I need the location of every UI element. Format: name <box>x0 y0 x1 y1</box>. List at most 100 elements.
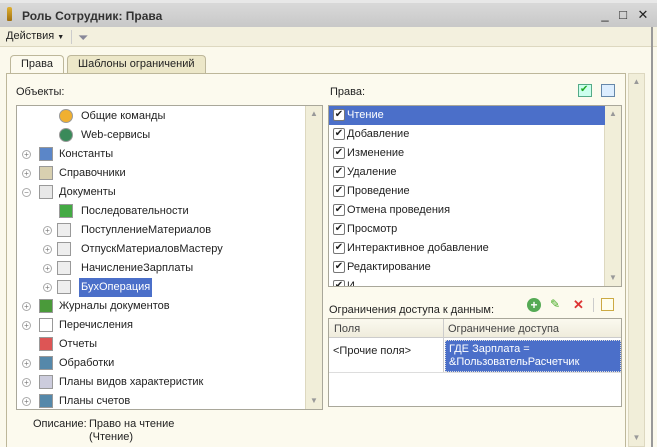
constructor-icon[interactable] <box>601 298 614 311</box>
expand-toggle-icon[interactable]: + <box>22 150 31 159</box>
dropdown-arrow-icon: ▼ <box>57 34 65 41</box>
checkbox[interactable]: ✔ <box>333 261 345 274</box>
reports-icon <box>39 337 53 351</box>
tab-restriction-templates[interactable]: Шаблоны ограничений <box>67 55 206 73</box>
expand-toggle-icon[interactable]: + <box>43 264 52 273</box>
tree-item[interactable]: Перечисления <box>57 316 135 335</box>
objects-tree[interactable]: ▲ ▼ Общие команды Web-сервисы + Константы + С… <box>16 105 323 410</box>
table-cell-field[interactable]: <Прочие поля> <box>333 345 411 357</box>
rights-list[interactable]: ▲ ▼ ✔ Чтение ✔ Добавление ✔ Изменение ✔ Удалени… <box>328 105 622 287</box>
right-item[interactable]: ✔ Проведение <box>329 182 410 201</box>
tree-item[interactable]: Константы <box>57 145 115 164</box>
tree-item[interactable]: Общие команды <box>79 107 167 126</box>
right-item[interactable]: ✔ Просмотр <box>329 220 397 239</box>
tree-item[interactable]: Планы видов характеристик <box>57 373 205 392</box>
tree-item[interactable]: ПоступлениеМатериалов <box>79 221 213 240</box>
column-header-fields[interactable]: Поля <box>334 323 360 335</box>
scroll-down-icon[interactable]: ▼ <box>306 393 322 409</box>
scroll-up-icon[interactable]: ▲ <box>605 106 621 122</box>
tree-item[interactable]: Отчеты <box>57 335 99 354</box>
panel-scrollbar[interactable]: ▲ ▼ <box>628 73 645 447</box>
description-subtext: (Чтение) <box>89 431 134 443</box>
add-icon[interactable]: + <box>527 298 541 312</box>
rights-scrollbar[interactable]: ▲ ▼ <box>604 106 621 286</box>
expand-toggle-icon[interactable]: + <box>22 397 31 406</box>
checkbox[interactable]: ✔ <box>333 128 345 141</box>
right-item[interactable]: ✔ Редактирование <box>329 258 431 277</box>
toolbar-separator <box>593 298 594 312</box>
right-label: Изменение <box>347 147 405 159</box>
catalogs-icon <box>39 166 53 180</box>
actions-label: Действия <box>6 30 55 42</box>
common-commands-icon <box>59 109 73 123</box>
checkbox[interactable]: ✔ <box>333 185 345 198</box>
chart-of-accounts-icon <box>39 394 53 408</box>
column-header-restriction[interactable]: Ограничение доступа <box>448 323 559 335</box>
tree-scrollbar[interactable]: ▲ ▼ <box>305 106 322 409</box>
check-all-icon[interactable]: ✔ <box>578 84 592 97</box>
column-divider <box>443 319 444 373</box>
document-icon <box>57 242 71 256</box>
checkbox[interactable]: ✔ <box>333 223 345 236</box>
checkbox[interactable]: ✔ <box>333 109 345 122</box>
maximize-button[interactable]: □ <box>616 8 630 22</box>
right-item[interactable]: ✔ Удаление <box>329 163 397 182</box>
right-item[interactable]: ✔ Чтение <box>329 106 605 125</box>
scroll-down-icon[interactable]: ▼ <box>605 270 621 286</box>
right-item[interactable]: ✔ И <box>329 277 355 287</box>
right-item[interactable]: ✔ Изменение <box>329 144 404 163</box>
close-button[interactable]: ✕ <box>636 8 650 22</box>
restriction-text-line1: ГДЕ Зарплата = <box>449 343 530 355</box>
uncheck-all-icon[interactable] <box>601 84 615 97</box>
checkbox[interactable]: ✔ <box>333 204 345 217</box>
expand-toggle-icon[interactable]: + <box>22 378 31 387</box>
checkbox[interactable]: ✔ <box>333 280 345 286</box>
tree-item[interactable]: ОтпускМатериаловМастеру <box>79 240 225 259</box>
delete-icon[interactable]: ✕ <box>573 297 584 313</box>
right-label: Интерактивное добавление <box>347 242 489 254</box>
expand-toggle-icon[interactable]: − <box>22 188 31 197</box>
restrictions-table[interactable]: Поля Ограничение доступа <Прочие поля> Г… <box>328 318 622 407</box>
expand-toggle-icon[interactable]: + <box>43 283 52 292</box>
right-label: И <box>347 280 355 287</box>
document-icon <box>57 280 71 294</box>
web-services-icon <box>59 128 73 142</box>
tree-item[interactable]: БухОперация <box>79 278 153 297</box>
tab-rights[interactable]: Права <box>10 55 64 74</box>
checkbox[interactable]: ✔ <box>333 242 345 255</box>
objects-label: Объекты: <box>16 86 65 98</box>
minimize-button[interactable]: _ <box>598 8 612 22</box>
scroll-up-icon[interactable]: ▲ <box>629 74 644 90</box>
right-item[interactable]: ✔ Добавление <box>329 125 409 144</box>
expand-toggle-icon[interactable]: + <box>43 226 52 235</box>
restrictions-label: Ограничения доступа к данным: <box>329 304 495 316</box>
expand-toggle-icon[interactable]: + <box>22 321 31 330</box>
edit-pencil-icon[interactable]: ✎ <box>550 297 560 311</box>
scroll-up-icon[interactable]: ▲ <box>306 106 322 122</box>
tree-item[interactable]: НачислениеЗарплаты <box>79 259 195 278</box>
filter-icon[interactable]: ⏷ <box>78 30 88 46</box>
expand-toggle-icon[interactable]: + <box>43 245 52 254</box>
tree-item[interactable]: Последовательности <box>79 202 191 221</box>
tree-item[interactable]: Документы <box>57 183 118 202</box>
right-item[interactable]: ✔ Отмена проведения <box>329 201 450 220</box>
window-title: Роль Сотрудник: Права <box>22 9 163 23</box>
actions-menu[interactable]: Действия ▼ <box>6 30 64 42</box>
documents-icon <box>39 185 53 199</box>
expand-toggle-icon[interactable]: + <box>22 302 31 311</box>
tree-item[interactable]: Справочники <box>57 164 128 183</box>
sequences-icon <box>59 204 73 218</box>
right-item[interactable]: ✔ Интерактивное добавление <box>329 239 489 258</box>
expand-toggle-icon[interactable]: + <box>22 169 31 178</box>
checkbox[interactable]: ✔ <box>333 166 345 179</box>
expand-toggle-icon[interactable]: + <box>22 359 31 368</box>
tree-item[interactable]: Журналы документов <box>57 297 172 316</box>
toolbar: Действия ▼ ⏷ <box>0 27 657 47</box>
tree-item[interactable]: Обработки <box>57 354 116 373</box>
tree-item[interactable]: Планы счетов <box>57 392 132 409</box>
checkbox[interactable]: ✔ <box>333 147 345 160</box>
scroll-down-icon[interactable]: ▼ <box>629 430 644 446</box>
table-cell-restriction[interactable]: ГДЕ Зарплата = &ПользовательРасчетчик <box>445 340 621 372</box>
tree-item[interactable]: Web-сервисы <box>79 126 152 145</box>
right-label: Редактирование <box>347 261 431 273</box>
